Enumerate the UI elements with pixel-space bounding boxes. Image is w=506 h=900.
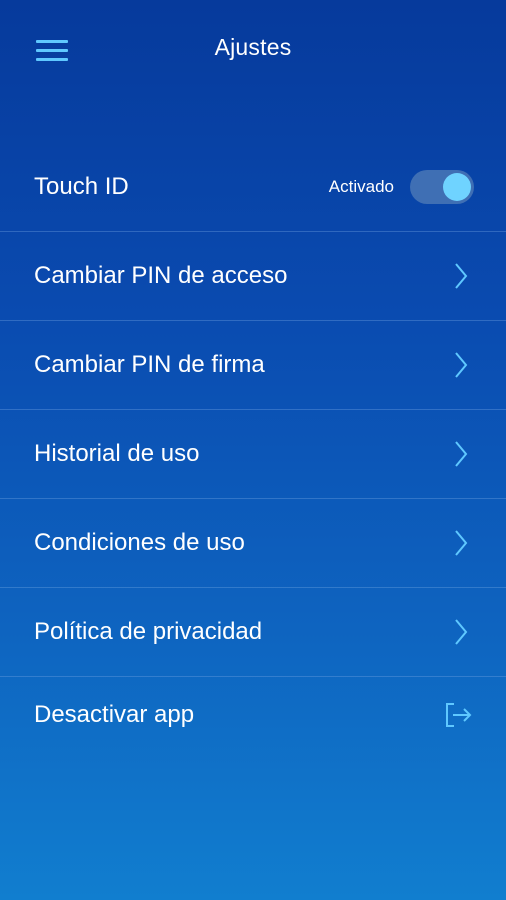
chevron-right-icon	[455, 263, 468, 289]
exit-icon	[446, 703, 472, 727]
settings-item-historial-uso[interactable]: Historial de uso	[0, 410, 506, 499]
settings-item-label: Touch ID	[34, 173, 129, 200]
chevron-right-icon	[455, 441, 468, 467]
touch-id-toggle[interactable]	[410, 170, 474, 204]
page-title: Ajustes	[214, 34, 292, 60]
settings-item-desactivar-app[interactable]: Desactivar app	[0, 677, 506, 753]
settings-list: Touch ID Activado Cambiar PIN de acceso …	[0, 143, 506, 753]
settings-item-label: Cambiar PIN de acceso	[34, 262, 288, 289]
settings-item-politica-privacidad[interactable]: Política de privacidad	[0, 588, 506, 677]
settings-item-touch-id: Touch ID Activado	[0, 143, 506, 232]
settings-item-label: Condiciones de uso	[34, 529, 245, 556]
chevron-right-icon	[455, 619, 468, 645]
chevron-right-icon	[455, 352, 468, 378]
settings-item-label: Historial de uso	[34, 440, 200, 467]
settings-item-label: Política de privacidad	[34, 618, 263, 645]
settings-item-label: Cambiar PIN de firma	[34, 351, 265, 378]
settings-item-cambiar-pin-firma[interactable]: Cambiar PIN de firma	[0, 321, 506, 410]
toggle-knob	[443, 173, 471, 201]
top-bar: Ajustes	[0, 0, 506, 100]
chevron-right-icon	[455, 530, 468, 556]
settings-item-label: Desactivar app	[34, 701, 195, 728]
settings-item-condiciones-uso[interactable]: Condiciones de uso	[0, 499, 506, 588]
settings-item-cambiar-pin-acceso[interactable]: Cambiar PIN de acceso	[0, 232, 506, 321]
touch-id-status: Activado	[328, 177, 394, 196]
